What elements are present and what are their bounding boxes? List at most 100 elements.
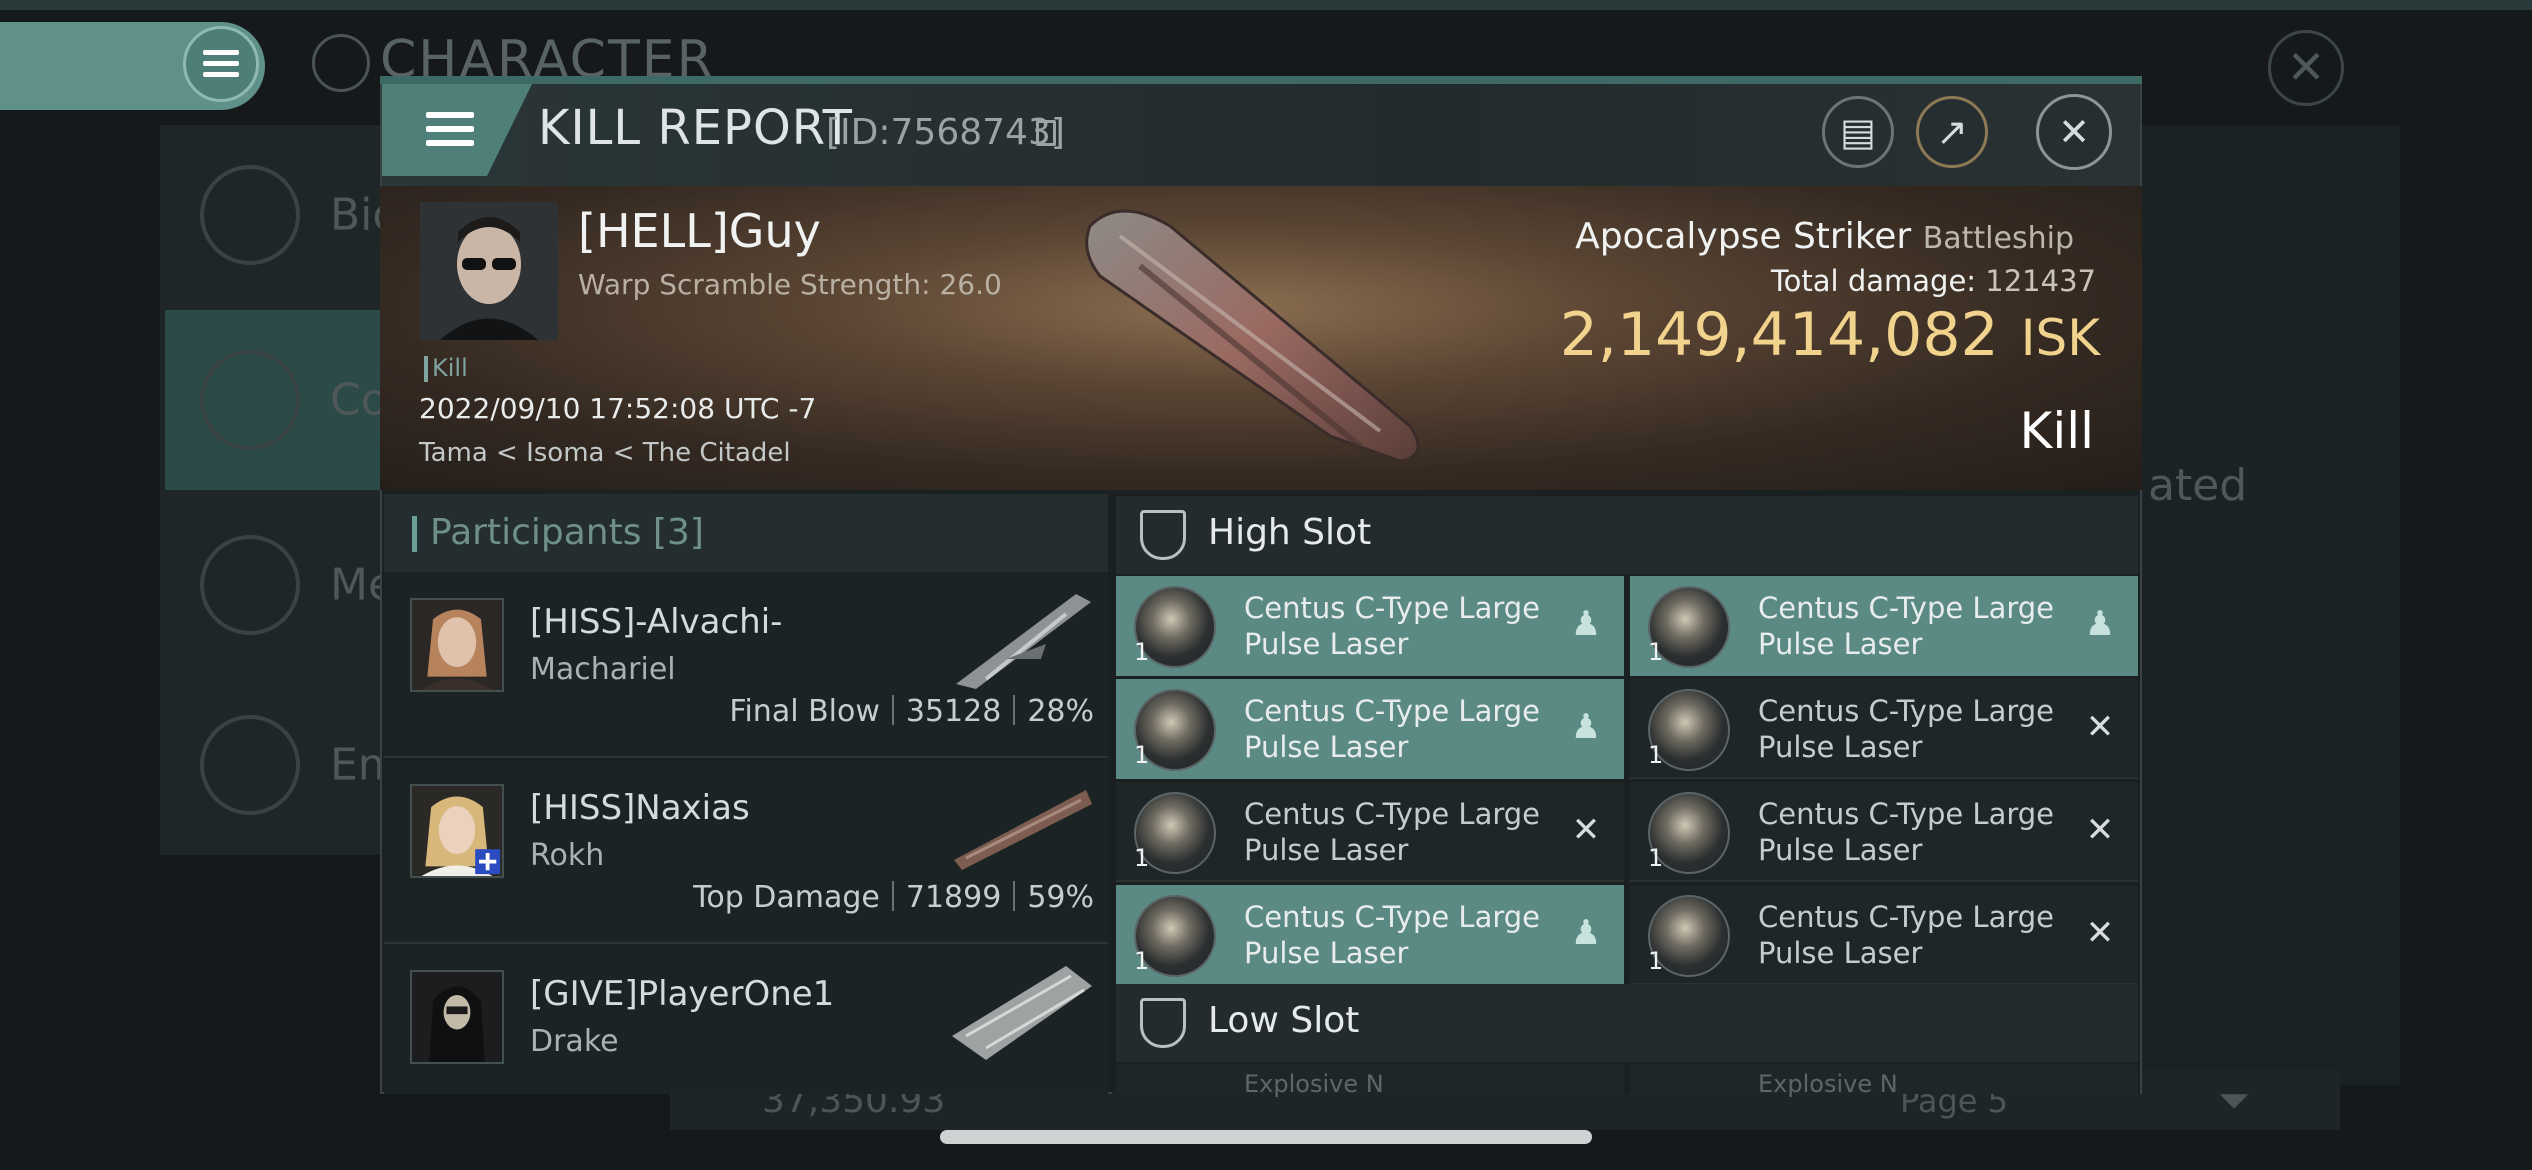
participant-name: [HISS]-Alvachi- <box>530 602 783 642</box>
x-icon: ✕ <box>2085 707 2115 747</box>
kill-datetime: 2022/09/10 17:52:08 UTC -7 <box>419 392 817 425</box>
participant-portrait <box>410 970 504 1064</box>
copy-icon[interactable] <box>1036 120 1056 146</box>
module-name: Centus C-Type Large Pulse Laser <box>1758 797 2055 867</box>
module-slot[interactable]: 1 Centus C-Type Large Pulse Laser ✕ <box>1630 782 2138 882</box>
victim-ship[interactable]: Apocalypse Striker Battleship <box>1554 216 2074 257</box>
module-qty: 1 <box>1648 844 1664 872</box>
right-panel <box>2140 125 2400 1085</box>
participant-ship: Rokh <box>530 838 605 873</box>
module-qty: 1 <box>1134 844 1150 872</box>
filter-icon[interactable]: ⏷ <box>2218 1078 2250 1124</box>
participant-percent: 59% <box>1027 880 1094 915</box>
star-circle-icon <box>200 715 300 815</box>
participant-row[interactable]: [HISS]-Alvachi- Machariel Final Blow 3512… <box>384 574 1108 758</box>
kill-tag-bar <box>424 356 428 382</box>
participant-row[interactable]: [GIVE]PlayerOne1 Drake <box>384 946 1108 1094</box>
participant-ship: Drake <box>530 1024 619 1059</box>
isk-amount: 2,149,414,082 <box>1559 300 1999 370</box>
module-name: Centus C-Type Large Pulse Laser <box>1758 591 2055 661</box>
victim-pilot-name[interactable]: [HELL]Guy <box>578 204 821 258</box>
module-slot[interactable]: 1 Centus C-Type Large Pulse Laser ♟ <box>1630 576 2138 676</box>
sidebar-item-medals[interactable]: Me <box>165 495 400 675</box>
isk-value: 2,149,414,082 ISK <box>1500 300 2100 370</box>
victim-ship-class: Battleship <box>1922 221 2074 256</box>
star-badge-icon <box>200 535 300 635</box>
module-qty: 1 <box>1648 638 1664 666</box>
person-icon: ♟ <box>2084 604 2116 644</box>
participant-damage: 71899 <box>905 880 1002 915</box>
total-damage: Total damage: 121437 <box>1554 264 2096 298</box>
sidebar-item-bio[interactable]: Bio <box>165 125 400 305</box>
module-qty: 1 <box>1134 638 1150 666</box>
close-icon: ✕ <box>2058 110 2090 154</box>
participant-role: Final Blow <box>729 694 880 729</box>
module-qty: 1 <box>1648 741 1664 769</box>
module-name: Centus C-Type Large Pulse Laser <box>1758 900 2055 970</box>
participant-stats: Final Blow 35128 28% <box>729 694 1094 729</box>
participant-damage: 35128 <box>905 694 1002 729</box>
share-icon: ↗ <box>1936 110 1968 154</box>
x-icon: ✕ <box>1571 810 1601 850</box>
participant-name: [GIVE]PlayerOne1 <box>530 974 835 1014</box>
participant-ship: Machariel <box>530 652 676 687</box>
kill-result: Kill <box>2019 402 2094 460</box>
top-stripe <box>0 0 2532 10</box>
modal-top-accent <box>380 76 2142 84</box>
module-slot[interactable]: 1 Centus C-Type Large Pulse Laser ♟ <box>1116 576 1624 676</box>
list-icon <box>200 165 300 265</box>
high-slot-icon <box>1140 510 1186 560</box>
character-icon <box>312 34 370 92</box>
participant-name: [HISS]Naxias <box>530 788 750 828</box>
screen-close-icon[interactable]: ✕ <box>2268 30 2344 106</box>
share-button[interactable]: ↗ <box>1916 96 1988 168</box>
participant-portrait <box>410 598 504 692</box>
notes-button[interactable]: ▤ <box>1822 96 1894 168</box>
crossed-swords-icon <box>200 350 300 450</box>
module-slot[interactable]: 1 Centus C-Type Large Pulse Laser ♟ <box>1116 885 1624 985</box>
low-slot-title: Low Slot <box>1208 1000 1360 1041</box>
low-slot-icon <box>1140 998 1186 1048</box>
module-slot[interactable]: Explosive N <box>1630 1064 2138 1098</box>
module-slot[interactable]: 1 Centus C-Type Large Pulse Laser ✕ <box>1630 679 2138 779</box>
participant-ship-icon <box>952 966 1092 1060</box>
low-slot-header: Low Slot <box>1116 984 2138 1062</box>
module-slot[interactable]: 1 Centus C-Type Large Pulse Laser ✕ <box>1630 885 2138 985</box>
sidebar-item-combat[interactable]: Co <box>165 310 400 490</box>
home-indicator[interactable] <box>940 1130 1592 1144</box>
high-slot-header: High Slot <box>1116 496 2138 574</box>
person-icon: ♟ <box>1570 913 1602 953</box>
participants-title: Participants [3] <box>430 512 704 553</box>
hamburger-icon <box>426 112 474 148</box>
module-qty: 1 <box>1134 741 1150 769</box>
modal-title: KILL REPORT <box>538 100 853 156</box>
participant-ship-icon <box>956 594 1091 689</box>
x-icon: ✕ <box>2085 810 2115 850</box>
isk-unit: ISK <box>2020 309 2100 367</box>
module-name: Centus C-Type Large Pulse Laser <box>1758 694 2055 764</box>
module-slot[interactable]: Explosive N <box>1116 1064 1624 1098</box>
notes-icon: ▤ <box>1840 110 1876 154</box>
participant-portrait <box>410 784 504 878</box>
report-id: [ID:7568743] <box>826 112 1065 153</box>
participant-row[interactable]: [HISS]Naxias Rokh Top Damage 71899 59% <box>384 760 1108 944</box>
warp-scramble-strength: Warp Scramble Strength: 26.0 <box>578 268 1002 301</box>
x-icon: ✕ <box>2085 913 2115 953</box>
person-icon: ♟ <box>1570 707 1602 747</box>
victim-portrait <box>420 202 558 340</box>
right-panel-text: ated <box>2148 460 2248 511</box>
kill-location[interactable]: Tama < Isoma < The Citadel <box>419 438 791 468</box>
module-name: Centus C-Type Large Pulse Laser <box>1244 900 1541 970</box>
kill-tag: Kill <box>432 354 468 382</box>
module-slot[interactable]: 1 Centus C-Type Large Pulse Laser ♟ <box>1116 679 1624 779</box>
main-menu-button[interactable] <box>0 22 265 110</box>
participant-ship-icon <box>954 790 1092 870</box>
participant-percent: 28% <box>1027 694 1094 729</box>
module-name: Explosive N <box>1758 1070 1898 1098</box>
close-button[interactable]: ✕ <box>2036 94 2112 170</box>
module-name: Explosive N <box>1244 1070 1384 1098</box>
sidebar-item-employment[interactable]: Em <box>165 675 401 855</box>
module-slot[interactable]: 1 Centus C-Type Large Pulse Laser ✕ <box>1116 782 1624 882</box>
victim-ship-image <box>1085 209 1420 463</box>
total-damage-value: 121437 <box>1985 264 2096 298</box>
